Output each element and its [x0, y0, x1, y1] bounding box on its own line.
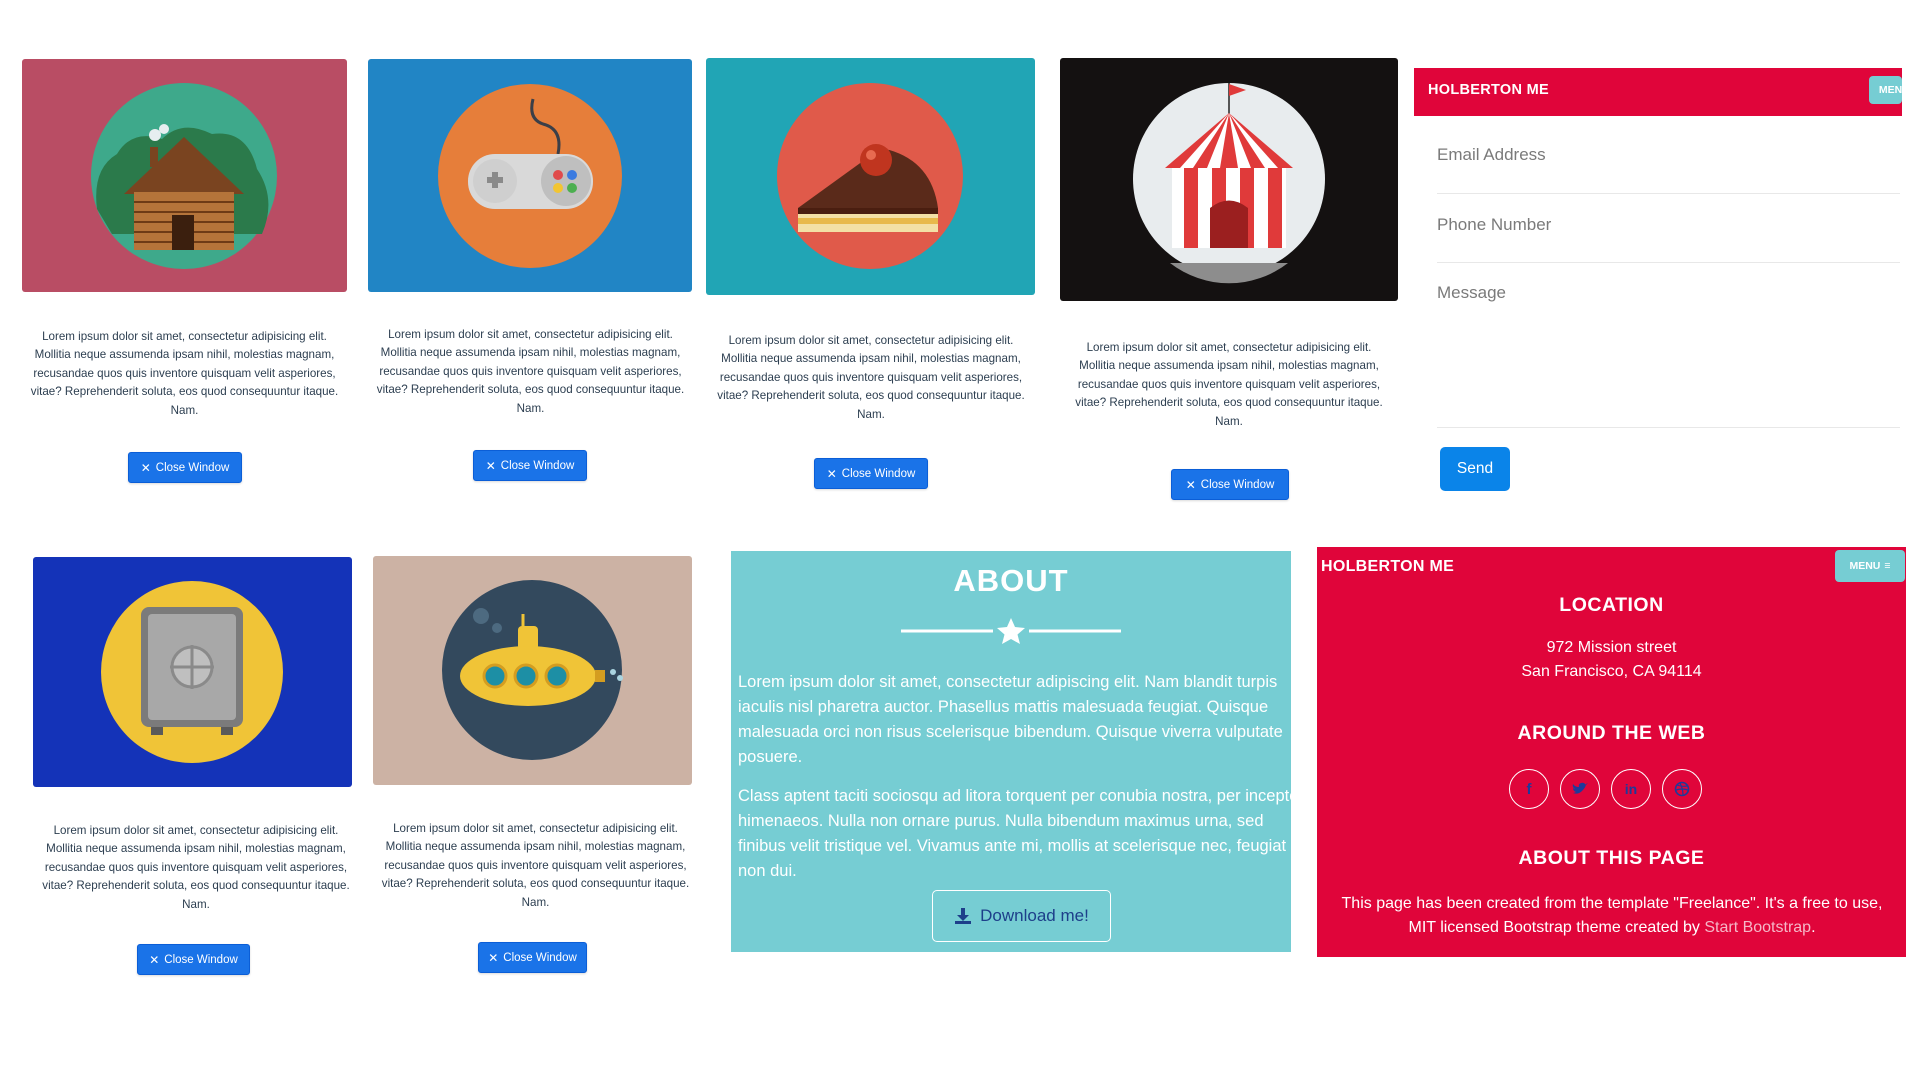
close-icon: ✕ [149, 952, 160, 967]
menu-button[interactable]: MEN [1869, 76, 1902, 104]
about-page-text: This page has been created from the temp… [1341, 895, 1883, 936]
close-window-button[interactable]: ✕ Close Window [478, 942, 587, 973]
download-button[interactable]: Download me! [932, 890, 1111, 942]
footer-section: HOLBERTON ME MENU ≡ LOCATION 972 Mission… [1317, 547, 1906, 957]
portfolio-image-controller [368, 59, 692, 292]
around-web-heading: AROUND THE WEB [1517, 722, 1706, 744]
close-icon: ✕ [488, 950, 499, 965]
navbar-brand[interactable]: HOLBERTON ME [1428, 82, 1549, 98]
submarine-icon [442, 580, 623, 760]
start-bootstrap-link[interactable]: Start Bootstrap [1704, 919, 1811, 936]
close-icon: ✕ [1185, 477, 1196, 492]
about-paragraph-2: Class aptent taciti sociosqu ad litora t… [738, 787, 1291, 880]
close-window-button[interactable]: ✕ Close Window [137, 944, 250, 975]
close-window-label: Close Window [500, 459, 575, 472]
close-window-button[interactable]: ✕ Close Window [128, 452, 242, 483]
close-icon: ✕ [140, 460, 151, 475]
portfolio-image-cake [706, 58, 1035, 295]
portfolio-description: Lorem ipsum dolor sit amet, consectetur … [1075, 341, 1383, 428]
close-window-label: Close Window [155, 461, 230, 474]
location-heading: LOCATION [1559, 594, 1664, 616]
email-field[interactable]: Email Address [1437, 145, 1900, 194]
phone-field[interactable]: Phone Number [1437, 215, 1900, 263]
close-window-label: Close Window [1200, 478, 1275, 491]
close-window-label: Close Window [503, 951, 577, 964]
facebook-icon[interactable]: f [1509, 769, 1549, 809]
about-paragraph-1: Lorem ipsum dolor sit amet, consectetur … [738, 673, 1283, 766]
portfolio-description: Lorem ipsum dolor sit amet, consectetur … [381, 822, 690, 909]
portfolio-image-safe [33, 557, 352, 787]
address-line-1: 972 Mission street [1546, 639, 1677, 656]
about-title: ABOUT [953, 563, 1069, 598]
contact-navbar: HOLBERTON ME [1414, 68, 1902, 116]
portfolio-description: Lorem ipsum dolor sit amet, consectetur … [42, 824, 350, 911]
close-window-button[interactable]: ✕ Close Window [814, 458, 928, 489]
portfolio-description: Lorem ipsum dolor sit amet, consectetur … [30, 330, 339, 417]
cabin-icon [91, 83, 277, 269]
address-line-2: San Francisco, CA 94114 [1521, 663, 1702, 680]
safe-icon [101, 581, 283, 763]
close-window-label: Close Window [164, 953, 238, 966]
linkedin-icon[interactable]: in [1611, 769, 1651, 809]
portfolio-description: Lorem ipsum dolor sit amet, consectetur … [717, 334, 1025, 421]
about-page-heading: ABOUT THIS PAGE [1518, 847, 1705, 869]
portfolio-description: Lorem ipsum dolor sit amet, consectetur … [376, 328, 685, 415]
close-window-button[interactable]: ✕ Close Window [1171, 469, 1289, 500]
message-field[interactable]: Message [1437, 283, 1900, 428]
download-label: Download me! [980, 906, 1089, 925]
close-window-button[interactable]: ✕ Close Window [473, 450, 587, 481]
footer-menu-button[interactable]: MENU ≡ [1835, 550, 1905, 582]
menu-bars-icon: ≡ [1884, 560, 1891, 572]
download-icon [955, 908, 972, 924]
close-icon: ✕ [826, 466, 837, 481]
portfolio-image-circus [1060, 58, 1398, 301]
star-icon [997, 618, 1025, 644]
game-controller-icon [438, 84, 622, 268]
circus-tent-icon [1133, 83, 1325, 284]
portfolio-image-submarine [373, 556, 692, 785]
close-icon: ✕ [485, 458, 496, 473]
close-window-label: Close Window [841, 467, 916, 480]
twitter-icon[interactable] [1560, 769, 1600, 809]
star-divider [901, 618, 1121, 644]
about-section: ABOUT Lorem ipsum dolor sit amet, consec… [731, 551, 1291, 952]
cake-icon [777, 83, 963, 269]
dribbble-icon[interactable] [1662, 769, 1702, 809]
footer-brand[interactable]: HOLBERTON ME [1321, 558, 1454, 576]
send-button[interactable]: Send [1440, 447, 1510, 491]
portfolio-image-cabin [22, 59, 347, 292]
